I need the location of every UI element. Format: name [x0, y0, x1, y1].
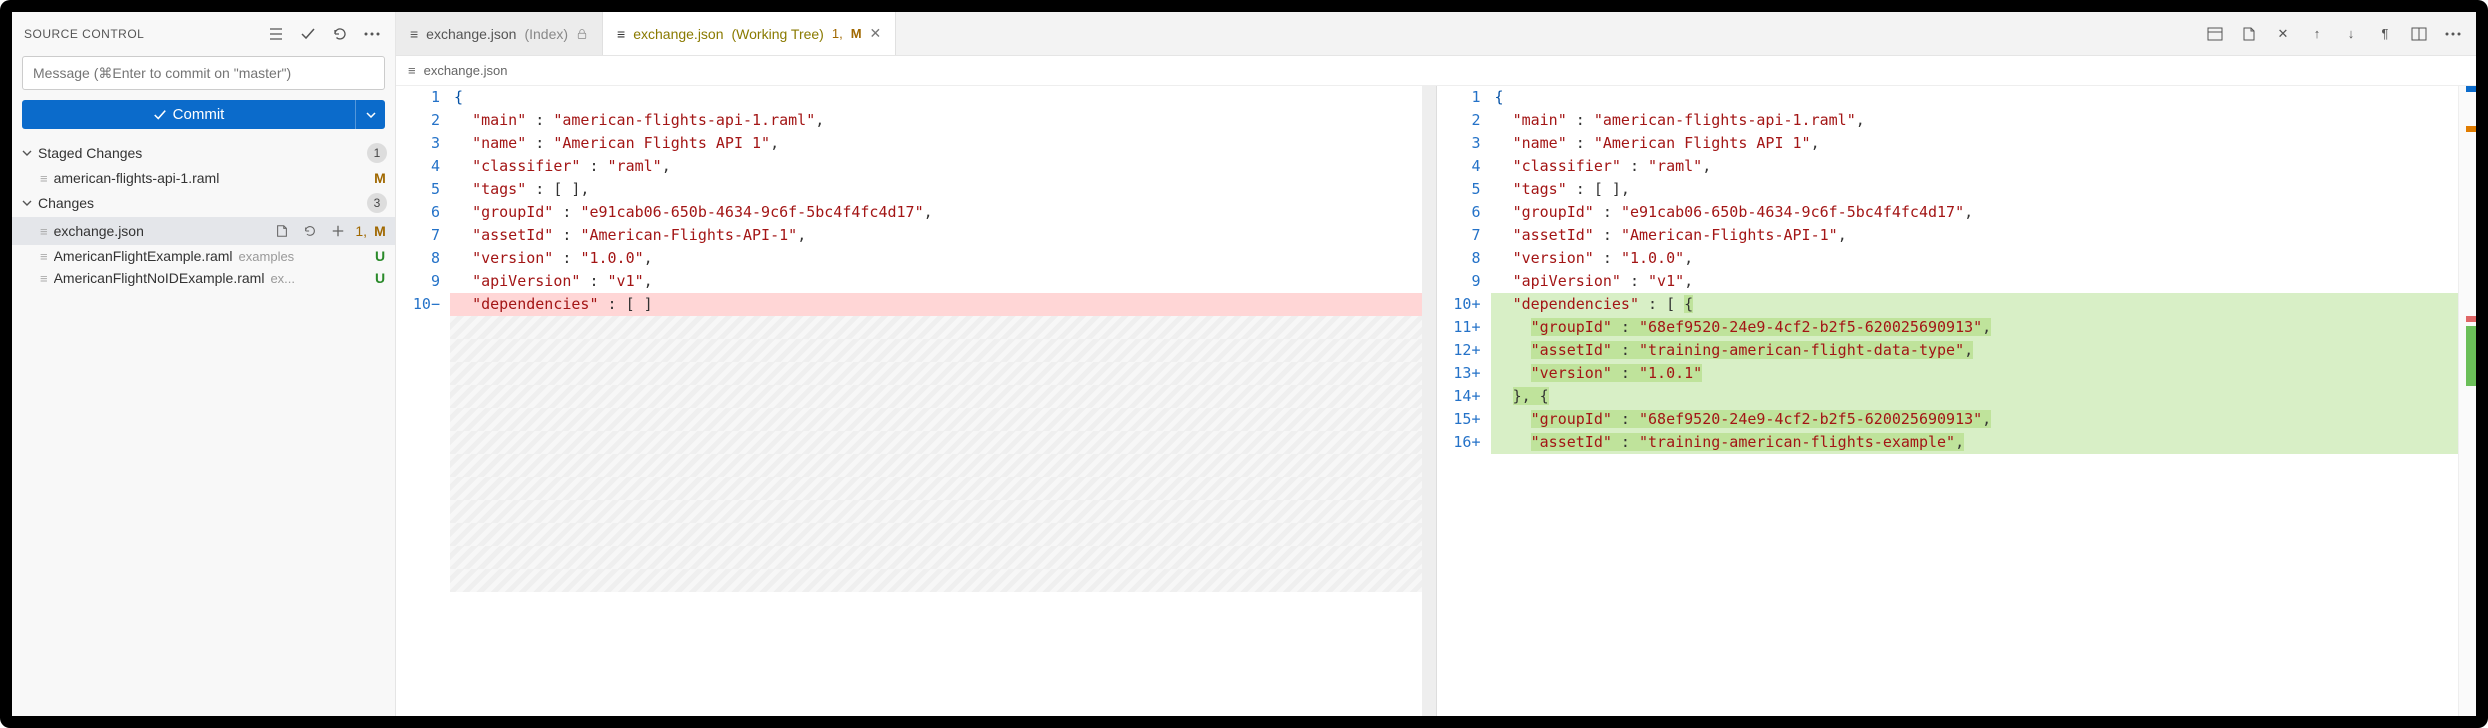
chevron-down-icon	[20, 148, 34, 158]
ruler-mark	[2466, 316, 2476, 322]
section-changes[interactable]: Changes 3	[12, 189, 395, 217]
scrollbar-left[interactable]	[1422, 86, 1436, 716]
changes-count-badge: 3	[367, 193, 387, 213]
sidebar-header: SOURCE CONTROL	[12, 12, 395, 56]
json-file-icon: ≡	[617, 26, 625, 42]
code-left: { "main" : "american-flights-api-1.raml"…	[450, 86, 1436, 716]
file-icon: ≡	[40, 224, 48, 239]
open-file-icon[interactable]	[2238, 23, 2260, 45]
breadcrumb-file: exchange.json	[424, 63, 508, 78]
status-untracked: U	[373, 270, 387, 286]
line-gutter-left: 12345678910−	[396, 86, 450, 716]
previous-change-icon[interactable]: ↑	[2306, 23, 2328, 45]
tab-suffix: (Working Tree)	[732, 26, 824, 42]
commit-button[interactable]: Commit	[22, 100, 355, 129]
tab-bar: ≡ exchange.json (Index) ≡ exchange.json …	[396, 12, 2476, 56]
ruler-mark	[2466, 326, 2476, 386]
commit-area: Commit	[12, 56, 395, 139]
file-row[interactable]: ≡ american-flights-api-1.raml M	[12, 167, 395, 189]
tab-diff-count: 1,	[832, 26, 843, 41]
file-row[interactable]: ≡ AmericanFlightNoIDExample.raml ex... U	[12, 267, 395, 289]
commit-check-icon[interactable]	[297, 23, 319, 45]
more-actions-icon[interactable]	[2442, 23, 2464, 45]
tab-suffix: (Index)	[524, 26, 568, 42]
discard-icon[interactable]: ✕	[2272, 23, 2294, 45]
section-label: Changes	[38, 195, 94, 211]
app-frame: SOURCE CONTROL Commit	[0, 0, 2488, 728]
source-control-sidebar: SOURCE CONTROL Commit	[12, 12, 396, 716]
file-icon: ≡	[40, 171, 48, 186]
diff-count: 1,	[355, 223, 367, 239]
commit-dropdown-button[interactable]	[355, 100, 385, 129]
ruler-mark	[2466, 126, 2476, 132]
sidebar-title: SOURCE CONTROL	[24, 27, 265, 41]
diff-pane-modified[interactable]: → 12345678910+11+12+13+14+15+16+ { "main…	[1436, 86, 2477, 716]
editor-toolbar: ✕ ↑ ↓ ¶	[2204, 12, 2476, 55]
sidebar-header-actions	[265, 23, 383, 45]
overview-ruler[interactable]	[2458, 86, 2476, 716]
whitespace-icon[interactable]: ¶	[2374, 23, 2396, 45]
line-gutter-right: 12345678910+11+12+13+14+15+16+	[1437, 86, 1491, 716]
file-name: american-flights-api-1.raml	[54, 170, 220, 186]
tab-index[interactable]: ≡ exchange.json (Index)	[396, 12, 603, 55]
chevron-down-icon	[20, 198, 34, 208]
file-directory: examples	[239, 249, 295, 264]
tab-label: exchange.json	[633, 26, 723, 42]
toggle-inline-view-icon[interactable]	[2204, 23, 2226, 45]
diff-container: 12345678910− { "main" : "american-flight…	[396, 86, 2476, 716]
stage-changes-icon[interactable]	[327, 220, 349, 242]
close-tab-icon[interactable]: ✕	[870, 25, 882, 42]
file-name: AmericanFlightExample.raml	[54, 248, 233, 264]
status-untracked: U	[373, 248, 387, 264]
refresh-icon[interactable]	[329, 23, 351, 45]
code-right: { "main" : "american-flights-api-1.raml"…	[1491, 86, 2477, 716]
editor-main: ≡ exchange.json (Index) ≡ exchange.json …	[396, 12, 2476, 716]
split-editor-icon[interactable]	[2408, 23, 2430, 45]
section-label: Staged Changes	[38, 145, 142, 161]
file-icon: ≡	[40, 271, 48, 286]
next-change-icon[interactable]: ↓	[2340, 23, 2362, 45]
file-icon: ≡	[40, 249, 48, 264]
tab-working-tree[interactable]: ≡ exchange.json (Working Tree) 1, M ✕	[603, 12, 896, 55]
staged-count-badge: 1	[367, 143, 387, 163]
json-file-icon: ≡	[408, 63, 416, 78]
file-row[interactable]: ≡ AmericanFlightExample.raml examples U	[12, 245, 395, 267]
status-modified: M	[373, 170, 387, 186]
tab-status-modified: M	[851, 26, 862, 41]
file-directory: ex...	[270, 271, 295, 286]
json-file-icon: ≡	[410, 26, 418, 42]
discard-changes-icon[interactable]	[299, 220, 321, 242]
commit-button-row: Commit	[22, 100, 385, 129]
tab-label: exchange.json	[426, 26, 516, 42]
breadcrumb[interactable]: ≡ exchange.json	[396, 56, 2476, 86]
section-staged-changes[interactable]: Staged Changes 1	[12, 139, 395, 167]
ruler-mark	[2466, 86, 2476, 92]
diff-pane-original[interactable]: 12345678910− { "main" : "american-flight…	[396, 86, 1436, 716]
open-file-icon[interactable]	[271, 220, 293, 242]
lock-icon	[576, 28, 588, 40]
file-row[interactable]: ≡ exchange.json 1, M	[12, 217, 395, 245]
file-name: AmericanFlightNoIDExample.raml	[54, 270, 265, 286]
view-as-tree-icon[interactable]	[265, 23, 287, 45]
commit-button-label: Commit	[173, 106, 225, 123]
file-name: exchange.json	[54, 223, 144, 239]
more-actions-icon[interactable]	[361, 23, 383, 45]
commit-message-input[interactable]	[22, 56, 385, 90]
status-modified: M	[373, 223, 387, 239]
